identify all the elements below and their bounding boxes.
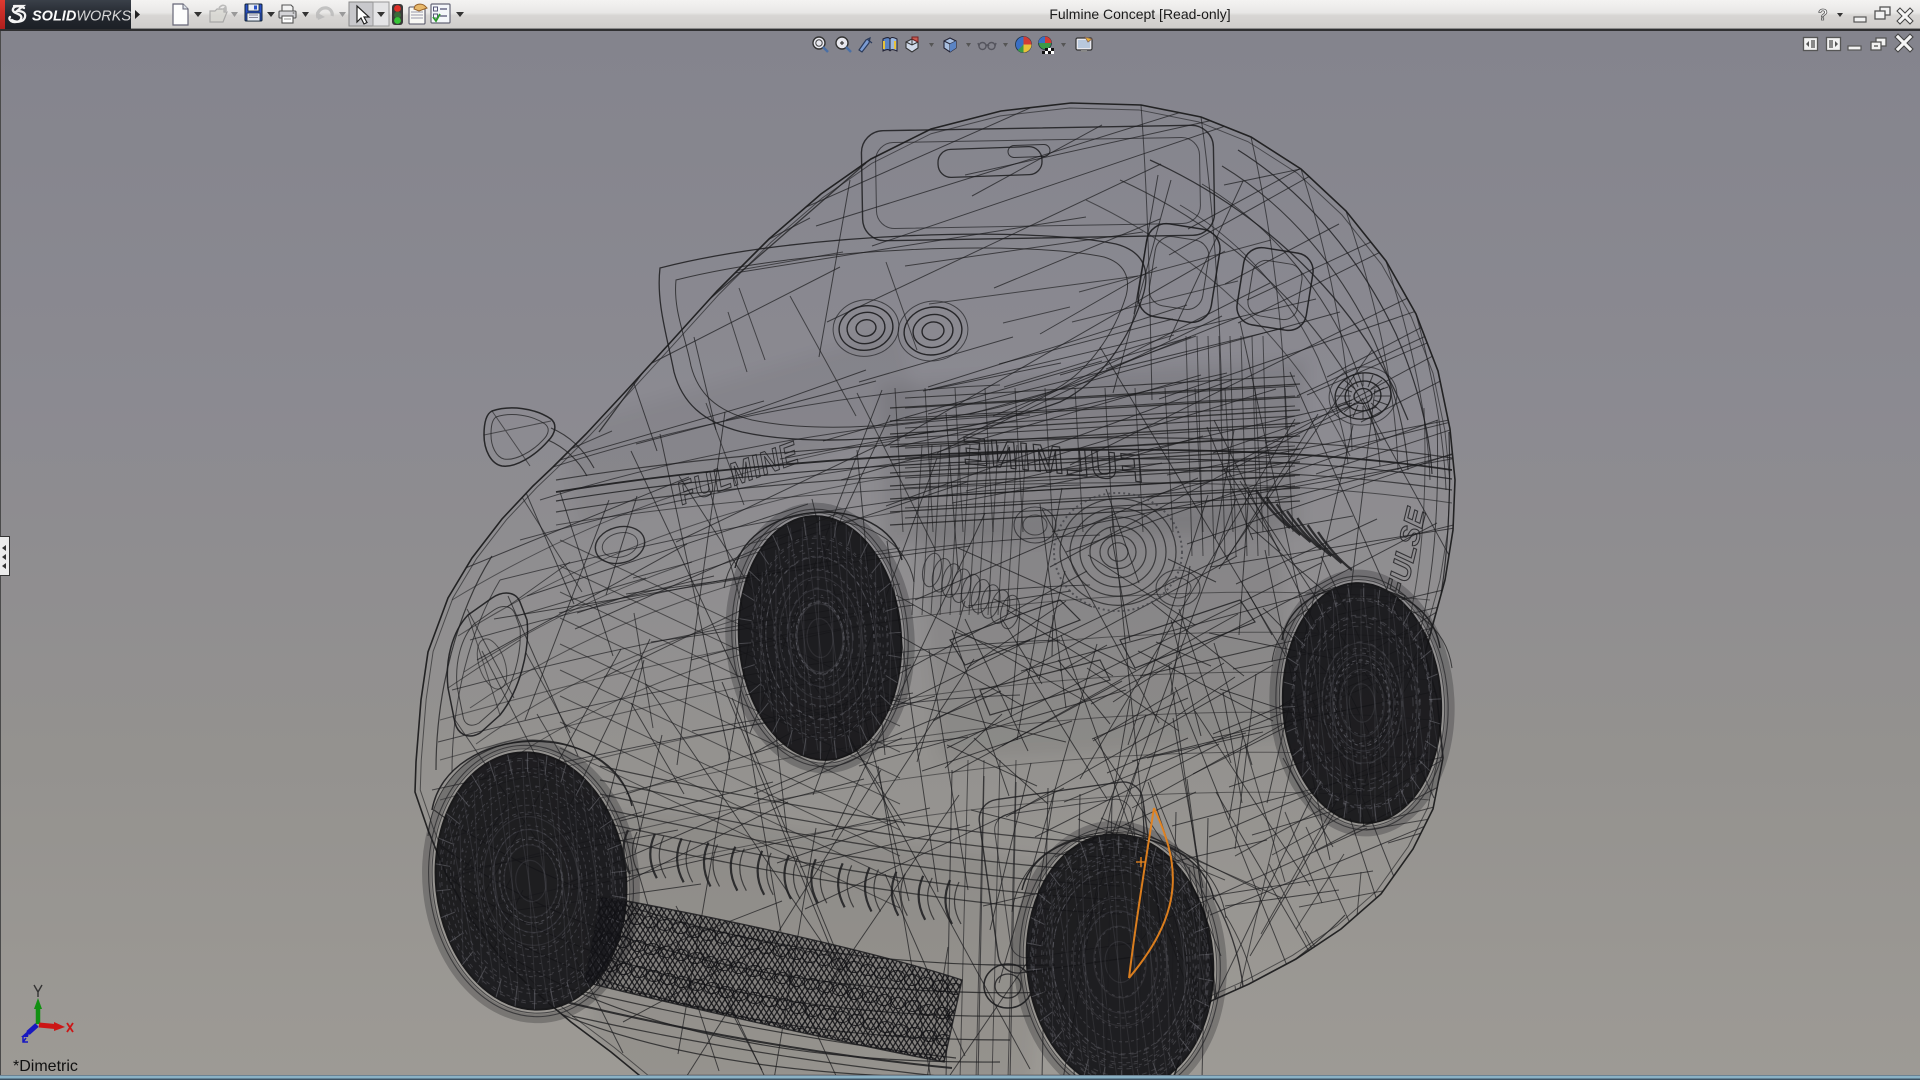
svg-text:FULSE: FULSE	[1380, 504, 1433, 602]
svg-text:?: ?	[1818, 7, 1828, 24]
